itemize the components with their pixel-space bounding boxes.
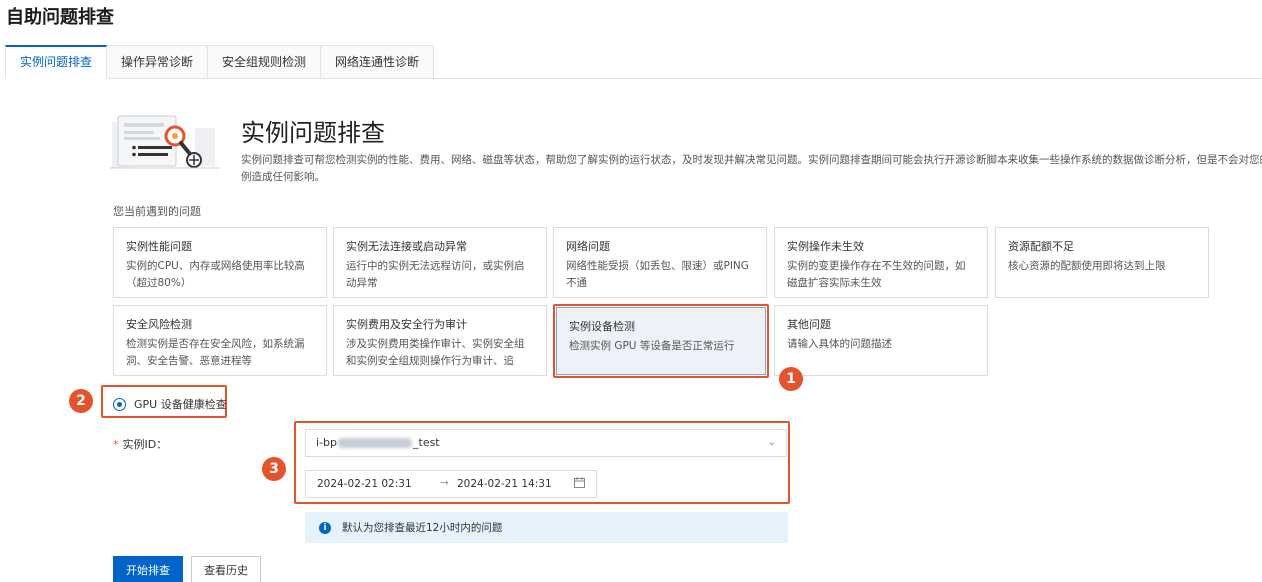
calendar-icon [574, 477, 585, 491]
card-quota[interactable]: 资源配额不足 核心资源的配额使用即将达到上限 [995, 227, 1209, 298]
card-title: 资源配额不足 [1008, 240, 1074, 253]
card-title: 实例性能问题 [126, 240, 192, 253]
page-title: 自助问题排查 [6, 7, 114, 28]
hero-description-line-2: 例造成任何影响。 [241, 171, 325, 183]
card-network[interactable]: 网络问题 网络性能受损（如丢包、限速）或PING不通 [553, 227, 767, 298]
card-desc: 核心资源的配额使用即将达到上限 [1008, 260, 1166, 272]
step-badge-1: 1 [779, 367, 803, 391]
card-title: 其他问题 [787, 318, 831, 331]
card-billing-audit[interactable]: 实例费用及安全行为审计 涉及实例费用类操作审计、实例安全组和实例安全组规则操作行… [333, 305, 547, 376]
tab-operation-diagnosis[interactable]: 操作异常诊断 [107, 45, 209, 79]
view-history-button[interactable]: 查看历史 [191, 556, 261, 582]
date-range-picker[interactable]: 2024-02-21 02:31 → 2024-02-21 14:31 [305, 470, 597, 498]
card-title: 实例操作未生效 [787, 240, 864, 253]
instance-id-label: * 实例ID： [113, 438, 168, 451]
instance-id-select[interactable]: i-bp _test ⌄ [305, 429, 787, 457]
problems-label: 您当前遇到的问题 [113, 205, 201, 218]
info-icon: i [319, 521, 331, 534]
redacted-instance-id [338, 438, 412, 448]
card-desc: 网络性能受损（如丢包、限速）或PING不通 [566, 260, 749, 289]
card-title: 实例费用及安全行为审计 [346, 318, 467, 331]
card-title: 网络问题 [566, 240, 610, 253]
card-desc: 涉及实例费用类操作审计、实例安全组和实例安全组规则操作行为审计、追溯... [346, 338, 525, 367]
card-other[interactable]: 其他问题 请输入具体的问题描述 [774, 305, 988, 376]
card-performance[interactable]: 实例性能问题 实例的CPU、内存或网络使用率比较高（超过80%） [113, 227, 327, 298]
card-desc: 运行中的实例无法远程访问，或实例启动异常 [346, 260, 525, 289]
date-end: 2024-02-21 14:31 [457, 478, 552, 490]
hero-description: 实例问题排查可帮您检测实例的性能、费用、网络、磁盘等状态，帮助您了解实例的运行状… [241, 152, 1262, 186]
card-desc: 请输入具体的问题描述 [787, 338, 892, 350]
tabs-divider [5, 78, 1262, 79]
hero-title: 实例问题排查 [241, 119, 385, 147]
tab-instance-diagnosis[interactable]: 实例问题排查 [5, 45, 108, 79]
card-desc: 实例的CPU、内存或网络使用率比较高（超过80%） [126, 260, 305, 289]
date-start: 2024-02-21 02:31 [317, 478, 412, 490]
card-desc: 检测实例是否存在安全风险，如系统漏洞、安全告警、恶意进程等 [126, 338, 305, 367]
card-operation-not-effective[interactable]: 实例操作未生效 实例的变更操作存在不生效的问题，如磁盘扩容实际未生效 [774, 227, 988, 298]
instance-id-suffix: _test [413, 436, 440, 449]
tab-bar: 实例问题排查 操作异常诊断 安全组规则检测 网络连通性诊断 [5, 45, 435, 79]
tab-security-group-check[interactable]: 安全组规则检测 [208, 45, 322, 79]
info-text: 默认为您排查最近12小时内的问题 [342, 522, 503, 534]
radio-selected-icon [113, 397, 126, 411]
range-arrow: → [440, 477, 449, 489]
gpu-health-check-radio[interactable]: GPU 设备健康检查 [113, 396, 227, 412]
step-badge-2: 2 [69, 389, 93, 413]
required-mark: * [113, 438, 119, 451]
step-badge-3: 3 [262, 457, 286, 481]
hero-description-line-1: 实例问题排查可帮您检测实例的性能、费用、网络、磁盘等状态，帮助您了解实例的运行状… [241, 154, 1262, 166]
instance-id-prefix: i-bp [316, 436, 337, 449]
start-diagnosis-button[interactable]: 开始排查 [113, 556, 183, 582]
highlight-frame-1 [553, 304, 769, 378]
chevron-down-icon: ⌄ [767, 437, 776, 448]
info-notice: i 默认为您排查最近12小时内的问题 [305, 512, 788, 543]
diagnosis-illustration [110, 115, 220, 169]
tab-network-connectivity[interactable]: 网络连通性诊断 [321, 45, 435, 79]
radio-label: GPU 设备健康检查 [134, 398, 227, 411]
card-connection-startup[interactable]: 实例无法连接或启动异常 运行中的实例无法远程访问，或实例启动异常 [333, 227, 547, 298]
card-title: 实例无法连接或启动异常 [346, 240, 467, 253]
card-title: 安全风险检测 [126, 318, 192, 331]
card-security-risk[interactable]: 安全风险检测 检测实例是否存在安全风险，如系统漏洞、安全告警、恶意进程等 [113, 305, 327, 376]
card-desc: 实例的变更操作存在不生效的问题，如磁盘扩容实际未生效 [787, 260, 966, 289]
